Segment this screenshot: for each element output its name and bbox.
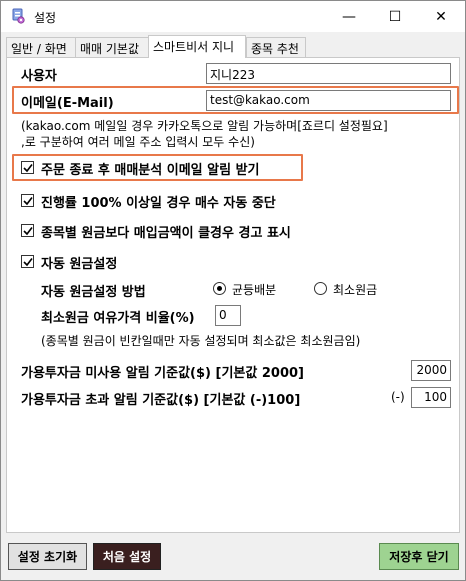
- maximize-icon: ☐: [388, 8, 402, 25]
- margin-field[interactable]: 0: [215, 305, 241, 326]
- check-icon: [22, 257, 33, 266]
- email-field[interactable]: test@kakao.com: [206, 90, 451, 111]
- save-close-button[interactable]: 저장후 닫기: [379, 543, 459, 570]
- check-icon: [22, 226, 33, 235]
- tab-genie[interactable]: 스마트비서 지니: [148, 35, 246, 58]
- settings-window: 설정 — ☐ ✕ 일반 / 화면 매매 기본값 스마트비서 지니 종목 추천 사…: [0, 0, 466, 581]
- unused-alert-label: 가용투자금 미사용 알림 기준값($) [기본값 2000]: [21, 366, 304, 381]
- tab-recommend[interactable]: 종목 추천: [246, 37, 306, 57]
- email-help-line1: (kakao.com 메일일 경우 카카오톡으로 알림 가능하며[죠르디 설정필…: [21, 119, 388, 133]
- check-icon: [22, 163, 33, 172]
- tab-general[interactable]: 일반 / 화면: [6, 37, 76, 57]
- email-help-line2: ,로 구분하여 여러 메일 주소 입력시 모두 수신): [21, 135, 255, 149]
- user-field[interactable]: 지니223: [206, 63, 451, 84]
- close-button[interactable]: ✕: [418, 1, 464, 32]
- maximize-button[interactable]: ☐: [372, 1, 418, 32]
- radio-equal-split-label: 균등배분: [232, 283, 277, 297]
- radio-min-principal[interactable]: [314, 282, 327, 295]
- margin-note: (종목별 원금이 빈칸일때만 자동 설정되며 최소값은 최소원금임): [41, 334, 361, 348]
- stop-buy-label: 진행률 100% 이상일 경우 매수 자동 중단: [41, 196, 276, 211]
- first-setup-button[interactable]: 처음 설정: [93, 543, 161, 570]
- excess-alert-prefix: (-): [391, 390, 405, 404]
- tab-panel: 사용자 지니223 이메일(E-Mail) test@kakao.com (ka…: [6, 57, 460, 533]
- settings-app-icon: [12, 8, 25, 24]
- unused-alert-field[interactable]: 2000: [411, 360, 451, 381]
- warn-price-checkbox[interactable]: [21, 224, 34, 237]
- stop-buy-checkbox[interactable]: [21, 194, 34, 207]
- excess-alert-field[interactable]: 100: [411, 387, 451, 408]
- auto-principal-label: 자동 원금설정: [41, 257, 118, 272]
- minimize-button[interactable]: —: [326, 1, 372, 32]
- close-icon: ✕: [435, 8, 447, 25]
- check-icon: [22, 196, 33, 205]
- title-bar: 설정 — ☐ ✕: [1, 1, 465, 32]
- margin-label: 최소원금 여유가격 비율(%): [41, 311, 195, 326]
- radio-min-principal-label: 최소원금: [333, 283, 378, 297]
- order-email-label: 주문 종료 후 매매분석 이메일 알림 받기: [41, 163, 260, 178]
- reset-settings-button[interactable]: 설정 초기화: [8, 543, 87, 570]
- window-title: 설정: [34, 11, 57, 25]
- method-label: 자동 원금설정 방법: [41, 285, 146, 300]
- email-label: 이메일(E-Mail): [21, 96, 114, 111]
- minimize-icon: —: [342, 8, 356, 25]
- auto-principal-checkbox[interactable]: [21, 255, 34, 268]
- order-email-checkbox[interactable]: [21, 161, 34, 174]
- tab-trade-defaults[interactable]: 매매 기본값: [75, 37, 151, 57]
- user-label: 사용자: [21, 69, 57, 84]
- radio-equal-split[interactable]: [213, 282, 226, 295]
- warn-price-label: 종목별 원금보다 매입금액이 클경우 경고 표시: [41, 226, 291, 241]
- excess-alert-label: 가용투자금 초과 알림 기준값($) [기본값 (-)100]: [21, 393, 301, 408]
